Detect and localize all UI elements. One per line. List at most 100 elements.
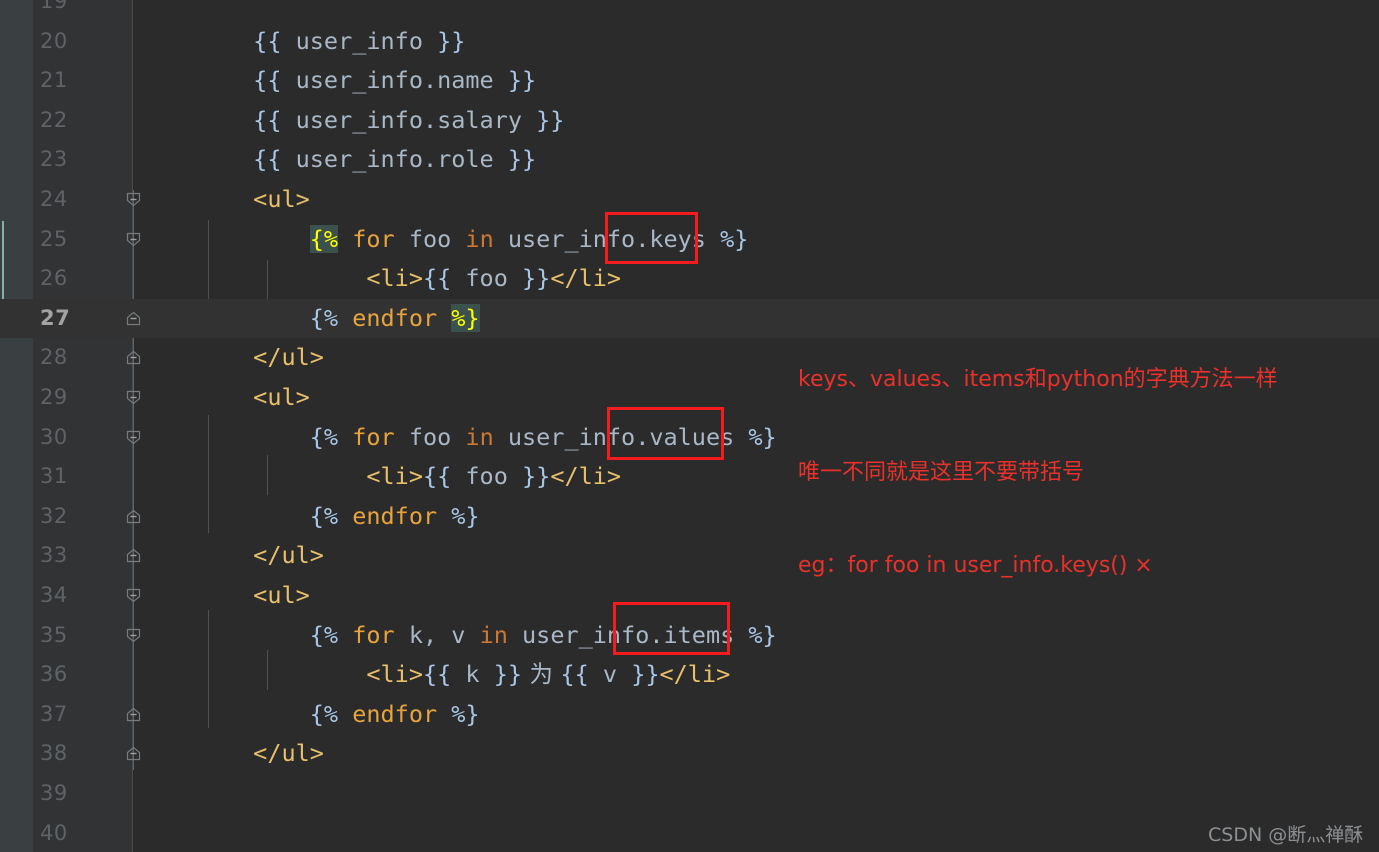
line-number[interactable]: 33 [33,536,101,576]
line-number[interactable]: 40 [33,814,101,852]
line-number[interactable]: 28 [33,338,101,378]
code-token-kw: for [338,620,409,649]
code-line-row[interactable]: 40 [0,814,1379,852]
line-number[interactable]: 24 [33,180,101,220]
fold-expand-icon[interactable] [126,628,141,643]
code-token-id: user_info [281,26,438,55]
fold-collapse-icon[interactable] [126,707,141,722]
fold-expand-icon[interactable] [126,192,141,207]
code-token-in: in [465,224,494,253]
fold-expand-icon[interactable] [126,232,141,247]
line-number[interactable]: 21 [33,61,101,101]
code-token-tag: <ul> [140,581,310,609]
code-line-text[interactable]: {{ user_info.salary }} [140,101,564,141]
code-token-tag: <li> [140,660,423,689]
annotation-note-line-3: eg：for foo in user_info.keys() × [798,553,1153,578]
code-token-kw: endfor [338,699,452,728]
code-token-tag: <li> [140,462,423,491]
code-line-row[interactable]: 26 <li>{{ foo }}</li> [0,259,1379,299]
line-number[interactable]: 23 [33,140,101,180]
code-token-delim: %} [720,224,749,253]
code-token-delim: %} [451,501,480,530]
code-line-text[interactable]: </ul> [140,536,324,576]
code-token-delim: {{ [140,145,282,174]
code-line-row[interactable]: 19 [0,0,1379,22]
code-token-delim: }} [493,660,523,689]
code-line-row[interactable]: 36 <li>{{ k }} 为 {{ v }}</li> [0,655,1379,695]
line-number[interactable]: 39 [33,774,101,814]
line-number[interactable]: 25 [33,220,101,260]
line-number[interactable]: 26 [33,259,101,299]
code-line-text[interactable]: {% endfor %} [140,497,480,537]
line-number[interactable]: 32 [33,497,101,537]
line-number[interactable]: 37 [33,695,101,735]
fold-collapse-icon[interactable] [126,311,141,326]
line-number[interactable]: 22 [33,101,101,141]
line-number[interactable]: 31 [33,457,101,497]
code-token-cjk: 为 [522,660,561,689]
code-line-row[interactable]: 25 {% for foo in user_info.keys %} [0,220,1379,260]
line-number[interactable]: 36 [33,655,101,695]
code-token-id: foo [408,422,466,451]
code-line-row[interactable]: 21 {{ user_info.name }} [0,61,1379,101]
fold-expand-icon[interactable] [126,390,141,405]
code-token-delim: }} [437,26,466,55]
line-number[interactable]: 27 [33,299,101,339]
code-token-delim: {{ [560,660,589,689]
line-number[interactable]: 38 [33,734,101,774]
code-line-text[interactable]: {% for foo in user_info.values %} [140,418,777,458]
code-line-text[interactable]: <ul> [140,576,310,616]
code-line-text[interactable]: <li>{{ foo }}</li> [140,457,621,497]
code-line-text[interactable]: </ul> [140,338,324,378]
code-line-row[interactable]: 39 [0,774,1379,814]
code-line-row[interactable]: 38 </ul> [0,734,1379,774]
code-line-row[interactable]: 23 {{ user_info.role }} [0,140,1379,180]
code-token-id: foo [451,462,523,491]
code-token-id: user_info.keys [493,224,721,253]
code-token-tag: </ul> [140,343,324,372]
code-line-row[interactable]: 20 {{ user_info }} [0,22,1379,62]
code-token-hl: {% [309,224,339,253]
code-token-id: k, v [408,620,480,649]
code-token-id: foo [408,224,466,253]
code-line-text[interactable]: <ul> [140,378,310,418]
code-line-text[interactable]: {{ user_info.role }} [140,140,536,180]
code-token-kw: for [338,224,409,253]
code-line-text[interactable]: <li>{{ foo }}</li> [140,259,621,299]
code-line-text[interactable]: {% endfor %} [140,299,480,339]
code-line-text[interactable]: {% for k, v in user_info.items %} [140,616,777,656]
code-token-kw: endfor [338,501,452,530]
code-line-row[interactable]: 24 <ul> [0,180,1379,220]
code-token-id: k [451,660,494,689]
code-token-in: in [479,620,508,649]
code-token-delim: }} [522,462,551,491]
code-line-row[interactable]: 37 {% endfor %} [0,695,1379,735]
code-token-delim: {% [140,620,339,649]
fold-collapse-icon[interactable] [126,509,141,524]
line-number[interactable]: 19 [33,0,101,22]
code-line-text[interactable]: <li>{{ k }} 为 {{ v }}</li> [140,655,730,695]
code-line-text[interactable]: {% endfor %} [140,695,480,735]
code-line-text[interactable]: {% for foo in user_info.keys %} [140,220,748,260]
code-line-text[interactable]: {{ user_info }} [140,22,465,62]
fold-expand-icon[interactable] [126,588,141,603]
code-line-text[interactable]: {{ user_info.name }} [140,61,536,101]
code-token-id: user_info.role [281,145,508,174]
code-token-delim: }} [631,660,660,689]
code-line-text[interactable]: </ul> [140,734,324,774]
code-token-delim: {% [140,501,339,530]
line-number[interactable]: 29 [33,378,101,418]
code-token-delim: }} [507,145,537,174]
fold-collapse-icon[interactable] [126,548,141,563]
annotation-note: keys、values、items和python的字典方法一样 唯一不同就是这里… [798,302,1278,643]
code-line-text[interactable]: <ul> [140,180,310,220]
line-number[interactable]: 20 [33,22,101,62]
fold-collapse-icon[interactable] [126,350,141,365]
fold-expand-icon[interactable] [126,430,141,445]
fold-collapse-icon[interactable] [126,746,141,761]
line-number[interactable]: 35 [33,616,101,656]
code-token-delim: {{ [140,105,282,134]
line-number[interactable]: 30 [33,418,101,458]
code-line-row[interactable]: 22 {{ user_info.salary }} [0,101,1379,141]
line-number[interactable]: 34 [33,576,101,616]
